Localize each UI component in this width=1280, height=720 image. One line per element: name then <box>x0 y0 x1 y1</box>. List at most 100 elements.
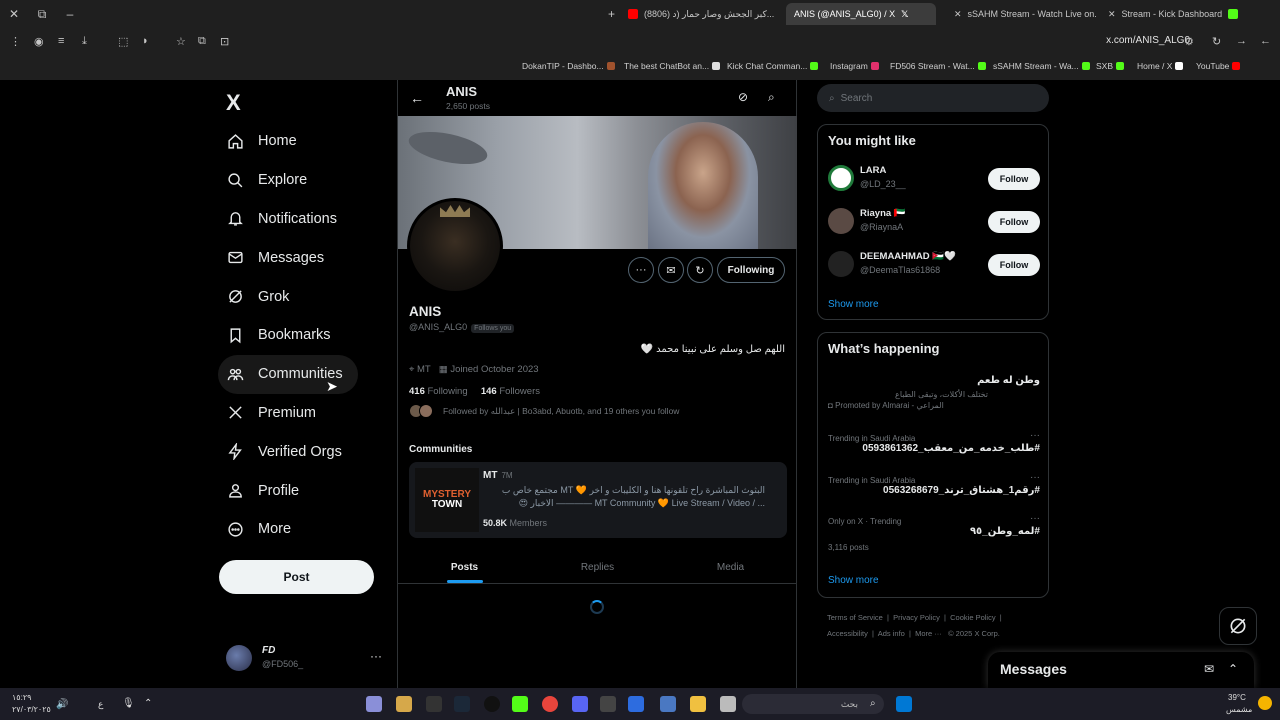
sidebar-item-notifications[interactable]: Notifications <box>218 200 358 239</box>
tab-replies[interactable]: Replies <box>531 552 664 583</box>
suggestion-row[interactable]: Riayna 🇦🇪 @RiaynaA Follow <box>828 208 1040 238</box>
footer-link[interactable]: Terms of Service <box>827 613 883 622</box>
tab-posts[interactable]: Posts <box>398 552 531 583</box>
sidebar-item-explore[interactable]: Explore <box>218 161 358 200</box>
translate-icon[interactable]: ◗ <box>142 35 149 47</box>
close-tab-icon[interactable]: ✕ <box>954 9 962 20</box>
bookmark-item[interactable]: FD506 Stream - Wat... <box>890 61 986 71</box>
app-icon[interactable] <box>426 696 442 712</box>
tab-youtube[interactable]: (8806) كبر الجحش وصار حمار (د... <box>620 3 780 25</box>
back-arrow-icon[interactable]: ← <box>410 90 424 106</box>
trend-item[interactable]: Only on X · Trending ··· #لمه_وطن_٩٥ 3,1… <box>828 513 1040 552</box>
sidebar-item-verified-orgs[interactable]: Verified Orgs <box>218 432 358 471</box>
more-dots-icon[interactable]: ··· <box>1030 430 1040 441</box>
show-more-link[interactable]: Show more <box>828 299 879 310</box>
followed-by[interactable]: Followed by عبدالله | Bo3abd, Abuotb, an… <box>409 404 679 418</box>
volume-icon[interactable]: 🔊 <box>56 699 68 710</box>
bookmark-item[interactable]: The best ChatBot an... <box>624 61 721 71</box>
trend-item[interactable]: Trending in Saudi Arabia ··· #طلب_خدمه_م… <box>828 430 1040 454</box>
suggestion-row[interactable]: LARA @LD_23__ Follow <box>828 165 1040 195</box>
bookmark-item[interactable]: Home / X <box>1137 61 1184 71</box>
app-icon[interactable] <box>600 696 616 712</box>
bookmark-item[interactable]: Kick Chat Comman... <box>727 61 819 71</box>
bookmark-item[interactable]: sSAHM Stream - Wa... <box>993 61 1090 71</box>
footer-link[interactable]: Ads info <box>878 629 905 638</box>
bookmark-item[interactable]: SXB <box>1096 61 1125 71</box>
sidebar-item-profile[interactable]: Profile <box>218 471 358 510</box>
follow-button[interactable]: Follow <box>988 254 1040 276</box>
post-button[interactable]: Post <box>219 560 374 594</box>
new-tab-icon[interactable]: + <box>600 3 618 25</box>
profile-avatar[interactable] <box>407 198 503 294</box>
app-icon[interactable] <box>366 696 382 712</box>
grok-floating-button[interactable] <box>1219 607 1257 645</box>
bookmark-item[interactable]: Instagram <box>830 61 879 71</box>
back-icon[interactable]: ← <box>1260 35 1271 47</box>
menu-icon[interactable]: ⋮ <box>10 35 21 48</box>
reload-icon[interactable]: ↻ <box>1212 35 1221 48</box>
sidebar-item-premium[interactable]: Premium <box>218 394 358 433</box>
extension-icon[interactable]: ◉ <box>34 35 44 48</box>
footer-link[interactable]: Accessibility <box>827 629 868 638</box>
forward-icon[interactable]: → <box>1236 35 1247 47</box>
search-icon[interactable]: ⌕ <box>768 90 775 105</box>
close-window-icon[interactable]: ✕ <box>0 7 28 21</box>
windows-start-icon[interactable] <box>896 696 912 712</box>
sidebar-item-grok[interactable]: Grok <box>218 277 358 316</box>
show-more-link[interactable]: Show more <box>828 575 879 586</box>
grok-icon[interactable]: ⊘ <box>738 90 748 104</box>
tab-media[interactable]: Media <box>664 552 797 583</box>
trend-item[interactable]: وطن له طعم تختلف الأكلات، وتبقى الطباع ◘… <box>828 375 1040 410</box>
follow-button[interactable]: Follow <box>988 168 1040 190</box>
messages-drawer[interactable]: Messages ✉ ⌃ <box>988 652 1254 688</box>
footer-link[interactable]: More ··· <box>915 629 942 638</box>
account-switcher[interactable]: FD @FD506_ ··· <box>226 643 386 673</box>
chevron-up-icon[interactable]: ⌃ <box>1228 662 1238 676</box>
app-icon[interactable] <box>720 696 736 712</box>
tab-kick-dashboard[interactable]: ✕ Stream - Kick Dashboard <box>1100 3 1250 25</box>
copy-icon[interactable]: ⧉ <box>198 35 206 48</box>
x-logo-icon[interactable]: X <box>226 90 241 116</box>
footer-link[interactable]: Privacy Policy <box>893 613 940 622</box>
app-icon[interactable] <box>628 696 644 712</box>
discord-icon[interactable] <box>572 696 588 712</box>
message-button[interactable]: ✉ <box>658 257 684 283</box>
language-indicator[interactable]: ع <box>98 699 103 710</box>
subscribe-bell-button[interactable]: ↻ <box>687 257 713 283</box>
followers-link[interactable]: 146 Followers <box>481 386 540 397</box>
bookmark-item[interactable]: DokanTIP - Dashbo... <box>522 61 615 71</box>
share-icon[interactable]: ⬚ <box>118 35 128 48</box>
chevron-up-icon[interactable]: ⌃ <box>144 698 152 709</box>
following-link[interactable]: 416 Following <box>409 386 468 397</box>
kick-icon[interactable] <box>512 696 528 712</box>
new-message-icon[interactable]: ✉ <box>1204 662 1214 676</box>
more-dots-icon[interactable]: ··· <box>1030 472 1040 483</box>
more-dots-icon[interactable]: ··· <box>1030 513 1040 524</box>
follow-button[interactable]: Follow <box>988 211 1040 233</box>
folder-icon[interactable] <box>690 696 706 712</box>
search-input[interactable]: ⌕ Search <box>817 84 1049 112</box>
obs-icon[interactable] <box>484 696 500 712</box>
mic-icon[interactable]: 🎙 <box>122 698 135 709</box>
screenshot-icon[interactable]: ⊡ <box>220 35 229 48</box>
window-menu-icon[interactable]: ⧉ <box>28 7 56 22</box>
trend-item[interactable]: Trending in Saudi Arabia ··· #رقم1_هشتاق… <box>828 472 1040 496</box>
download-icon[interactable]: ⤓ <box>82 35 87 48</box>
sidebar-item-more[interactable]: More <box>218 510 358 549</box>
footer-link[interactable]: Cookie Policy <box>950 613 995 622</box>
sidebar-item-home[interactable]: Home <box>218 122 358 161</box>
more-options-button[interactable]: ··· <box>628 257 654 283</box>
minimize-icon[interactable]: – <box>56 7 84 21</box>
community-card[interactable]: MYSTERY TOWN MT 7M البثوث المباشرة راح تلق… <box>409 462 787 538</box>
following-button[interactable]: Following <box>717 257 785 283</box>
reader-icon[interactable]: ≡ <box>58 35 64 47</box>
url-field[interactable]: x.com/ANIS_ALG0 <box>1106 35 1190 46</box>
steam-icon[interactable] <box>454 696 470 712</box>
more-dots-icon[interactable]: ··· <box>370 649 382 663</box>
star-icon[interactable]: ☆ <box>176 35 186 48</box>
tab-x-profile[interactable]: ANIS (@ANIS_ALG0) / X 𝕏 <box>786 3 936 25</box>
taskbar-search[interactable]: بحث <box>742 694 884 714</box>
close-tab-icon[interactable]: ✕ <box>1108 9 1116 20</box>
tune-icon[interactable]: ⚙ <box>1184 35 1194 48</box>
bookmark-item[interactable]: YouTube <box>1196 61 1241 71</box>
